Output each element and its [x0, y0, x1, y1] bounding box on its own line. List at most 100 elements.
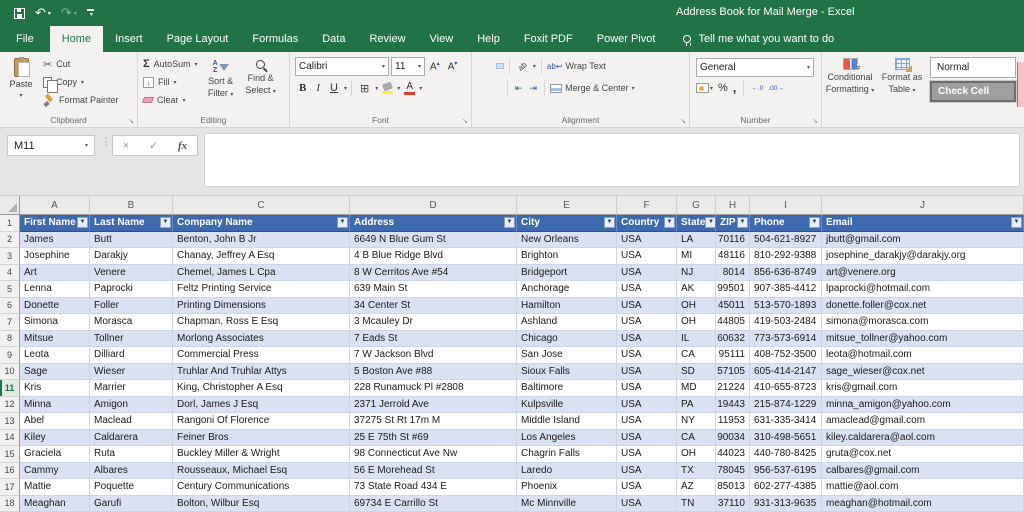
formula-input[interactable]	[204, 133, 1020, 187]
cell[interactable]: Feltz Printing Service	[173, 281, 350, 298]
header-cell-first-name[interactable]: First Name▼	[20, 215, 90, 232]
cell[interactable]: gruta@cox.net	[822, 446, 1024, 463]
column-header-H[interactable]: H	[716, 196, 750, 215]
cell[interactable]: 11953	[716, 413, 750, 430]
cell[interactable]: USA	[617, 380, 677, 397]
cell[interactable]: 19443	[716, 397, 750, 414]
cell[interactable]: Middle Island	[517, 413, 617, 430]
customize-qat-button[interactable]: ▾	[87, 9, 94, 17]
cell[interactable]: 8014	[716, 265, 750, 282]
cell[interactable]: minna_amigon@yahoo.com	[822, 397, 1024, 414]
comma-style-button[interactable]: ,	[733, 84, 737, 92]
header-cell-phone[interactable]: Phone▼	[750, 215, 822, 232]
cell[interactable]: NY	[677, 413, 716, 430]
cell[interactable]: Benton, John B Jr	[173, 232, 350, 249]
cell[interactable]: USA	[617, 463, 677, 480]
format-as-table-button[interactable]: Format as Table ▾	[876, 55, 928, 113]
filter-dropdown-icon[interactable]: ▼	[1011, 217, 1022, 228]
cell[interactable]: Ruta	[90, 446, 173, 463]
cell[interactable]: 34 Center St	[350, 298, 517, 315]
cell[interactable]: Printing Dimensions	[173, 298, 350, 315]
cell[interactable]: 7 Eads St	[350, 331, 517, 348]
cell[interactable]: leota@hotmail.com	[822, 347, 1024, 364]
cell[interactable]: 907-385-4412	[750, 281, 822, 298]
cell[interactable]: Rousseaux, Michael Esq	[173, 463, 350, 480]
cell[interactable]: USA	[617, 446, 677, 463]
row-header-9[interactable]: 9	[0, 347, 20, 364]
cell[interactable]: simona@morasca.com	[822, 314, 1024, 331]
cell[interactable]: LA	[677, 232, 716, 249]
cell[interactable]: Chemel, James L Cpa	[173, 265, 350, 282]
cell[interactable]: kris@gmail.com	[822, 380, 1024, 397]
italic-button[interactable]: I	[312, 82, 324, 94]
cell[interactable]: Simona	[20, 314, 90, 331]
cell-style-bad-sliver[interactable]	[1017, 62, 1024, 107]
cell[interactable]: Dilliard	[90, 347, 173, 364]
cell[interactable]: 631-335-3414	[750, 413, 822, 430]
tab-formulas[interactable]: Formulas	[240, 26, 310, 52]
alignment-dialog-launcher[interactable]: ↘	[680, 117, 686, 125]
wrap-text-button[interactable]: ab↩ Wrap Text	[547, 61, 606, 71]
cell[interactable]: PA	[677, 397, 716, 414]
column-header-I[interactable]: I	[750, 196, 822, 215]
bottom-align-button[interactable]	[496, 63, 504, 69]
cell[interactable]: 410-655-8723	[750, 380, 822, 397]
cell[interactable]: 810-292-9388	[750, 248, 822, 265]
row-header-14[interactable]: 14	[0, 430, 20, 447]
cell[interactable]: Sage	[20, 364, 90, 381]
header-cell-last-name[interactable]: Last Name▼	[90, 215, 173, 232]
row-header-3[interactable]: 3	[0, 248, 20, 265]
cell[interactable]: Phoenix	[517, 479, 617, 496]
cell[interactable]: 78045	[716, 463, 750, 480]
cell[interactable]: Mitsue	[20, 331, 90, 348]
autosum-button[interactable]: Σ AutoSum ▾	[140, 55, 201, 73]
font-color-dropdown[interactable]: ▾	[419, 85, 422, 92]
align-center-button[interactable]	[487, 86, 493, 90]
tab-help[interactable]: Help	[465, 26, 512, 52]
filter-dropdown-icon[interactable]: ▼	[337, 217, 348, 228]
header-cell-email[interactable]: Email▼	[822, 215, 1024, 232]
cell[interactable]: Graciela	[20, 446, 90, 463]
cell[interactable]: calbares@gmail.com	[822, 463, 1024, 480]
select-all-corner[interactable]	[0, 196, 20, 215]
font-name-combo[interactable]: Calibri▾	[295, 57, 389, 76]
cell[interactable]: 310-498-5651	[750, 430, 822, 447]
cell[interactable]: Donette	[20, 298, 90, 315]
font-size-combo[interactable]: 11▾	[391, 57, 425, 76]
cell[interactable]: Minna	[20, 397, 90, 414]
cell[interactable]: TN	[677, 496, 716, 512]
cell[interactable]: 440-780-8425	[750, 446, 822, 463]
cell[interactable]: Morasca	[90, 314, 173, 331]
cell[interactable]: Kris	[20, 380, 90, 397]
cell[interactable]: amaclead@gmail.com	[822, 413, 1024, 430]
cell[interactable]: 956-537-6195	[750, 463, 822, 480]
cell[interactable]: Kulpsville	[517, 397, 617, 414]
cell[interactable]: Poquette	[90, 479, 173, 496]
formula-bar-resize-handle[interactable]: ⋮	[101, 137, 111, 148]
cell[interactable]: Darakjy	[90, 248, 173, 265]
cell[interactable]: 44023	[716, 446, 750, 463]
cell[interactable]: 60632	[716, 331, 750, 348]
cell[interactable]: USA	[617, 232, 677, 249]
row-header-18[interactable]: 18	[0, 496, 20, 512]
conditional-formatting-button[interactable]: Conditional Formatting ▾	[824, 55, 876, 113]
fill-button[interactable]: ↓ Fill ▾	[140, 73, 201, 91]
cell-style-check-cell[interactable]: Check Cell	[930, 81, 1016, 102]
cell[interactable]: OH	[677, 298, 716, 315]
cell[interactable]: Albares	[90, 463, 173, 480]
row-header-2[interactable]: 2	[0, 232, 20, 249]
header-cell-country[interactable]: Country▼	[617, 215, 677, 232]
filter-dropdown-icon[interactable]: ▼	[705, 217, 716, 228]
filter-dropdown-icon[interactable]: ▼	[664, 217, 675, 228]
cell[interactable]: 57105	[716, 364, 750, 381]
shrink-font-button[interactable]: A▾	[445, 60, 461, 72]
cell[interactable]: 85013	[716, 479, 750, 496]
cell[interactable]: USA	[617, 496, 677, 512]
cell[interactable]: Morlong Associates	[173, 331, 350, 348]
cell[interactable]: 5 Boston Ave #88	[350, 364, 517, 381]
cell[interactable]: Lenna	[20, 281, 90, 298]
cell[interactable]: 419-503-2484	[750, 314, 822, 331]
name-box[interactable]: M11 ▾	[7, 135, 95, 156]
tab-home[interactable]: Home	[50, 26, 103, 52]
cell[interactable]: 7 W Jackson Blvd	[350, 347, 517, 364]
